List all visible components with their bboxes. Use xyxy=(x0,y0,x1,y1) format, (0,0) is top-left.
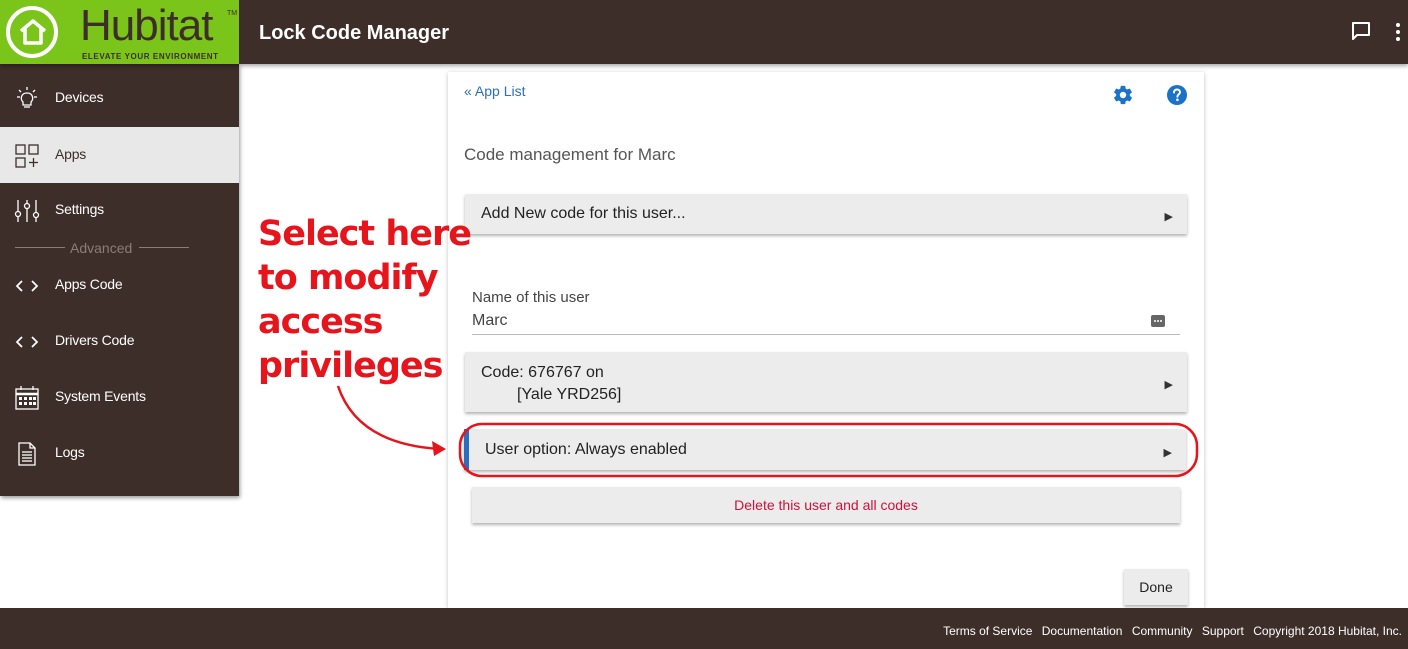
logo-trademark: TM xyxy=(227,10,238,17)
logo-name: Hubitat xyxy=(80,1,213,50)
advanced-divider xyxy=(139,247,189,248)
advanced-divider xyxy=(15,247,65,248)
sidebar-item-label: Logs xyxy=(55,444,85,460)
apps-grid-icon xyxy=(14,143,40,169)
more-vert-icon[interactable] xyxy=(1392,21,1404,48)
add-new-code-button[interactable]: Add New code for this user... ▶ xyxy=(465,194,1187,234)
sidebar: Devices Apps Settings Advanced Apps Code… xyxy=(0,64,239,496)
code-entry-line2: [Yale YRD256] xyxy=(517,386,622,403)
footer-link-community[interactable]: Community xyxy=(1132,624,1193,638)
sidebar-item-system-events[interactable]: System Events xyxy=(0,369,239,425)
sidebar-item-label: Devices xyxy=(55,89,104,105)
sidebar-item-label: Drivers Code xyxy=(55,332,135,348)
annotation-line: Select here xyxy=(258,214,472,254)
logo-tagline: ELEVATE YOUR ENVIRONMENT xyxy=(82,52,219,61)
add-new-code-label: Add New code for this user... xyxy=(481,205,686,222)
chevron-right-icon: ▶ xyxy=(1164,211,1173,223)
code-icon xyxy=(14,329,40,355)
code-icon xyxy=(14,273,40,299)
app-page-card: « App List Code management for Marc Add … xyxy=(448,72,1204,608)
back-to-app-list-link[interactable]: « App List xyxy=(464,83,526,99)
footer-link-terms[interactable]: Terms of Service xyxy=(943,624,1032,638)
chevron-right-icon: ▶ xyxy=(1164,379,1173,391)
advanced-section-label: Advanced xyxy=(70,240,133,256)
page-title: Lock Code Manager xyxy=(259,22,450,44)
sidebar-item-logs[interactable]: Logs xyxy=(0,425,239,481)
bulb-icon xyxy=(14,86,40,112)
sidebar-item-settings[interactable]: Settings xyxy=(0,182,239,238)
annotation-line: privileges xyxy=(258,346,443,386)
chevron-right-icon: ▶ xyxy=(1163,447,1172,459)
app-header: Hubitat TM ELEVATE YOUR ENVIRONMENT Lock… xyxy=(0,0,1408,64)
section-title: Code management for Marc xyxy=(464,145,676,164)
chat-icon[interactable] xyxy=(1350,20,1372,47)
sidebar-item-label: System Events xyxy=(55,388,146,404)
help-icon[interactable] xyxy=(1166,84,1188,111)
user-option-label: User option: Always enabled xyxy=(485,441,687,458)
footer: Terms of Service Documentation Community… xyxy=(0,608,1408,649)
sidebar-item-drivers-code[interactable]: Drivers Code xyxy=(0,313,239,369)
sidebar-item-label: Apps xyxy=(55,146,87,162)
sidebar-item-devices[interactable]: Devices xyxy=(0,70,239,126)
annotation-arrowhead xyxy=(432,441,446,456)
calendar-icon xyxy=(14,385,40,411)
annotation-arrow xyxy=(336,385,441,451)
gear-icon[interactable] xyxy=(1112,84,1134,111)
footer-link-support[interactable]: Support xyxy=(1202,624,1244,638)
sidebar-item-label: Apps Code xyxy=(55,276,123,292)
code-entry-button[interactable]: Code: 676767 on [Yale YRD256] ▶ xyxy=(465,352,1187,412)
document-icon xyxy=(14,441,40,467)
footer-links: Terms of Service Documentation Community… xyxy=(937,624,1402,638)
annotation-line: to modify xyxy=(258,258,439,298)
selected-accent-bar xyxy=(464,429,469,470)
hubitat-logo[interactable]: Hubitat TM ELEVATE YOUR ENVIRONMENT xyxy=(0,0,239,64)
annotation-text: Select here to modify access privileges xyxy=(258,212,472,388)
sidebar-item-apps-code[interactable]: Apps Code xyxy=(0,257,239,313)
user-name-input[interactable] xyxy=(472,308,1180,335)
footer-copyright: Copyright 2018 Hubitat, Inc. xyxy=(1253,624,1402,638)
user-name-label: Name of this user xyxy=(472,289,590,306)
code-entry-line1: Code: 676767 on xyxy=(481,364,604,381)
house-logo-icon xyxy=(6,6,58,58)
footer-link-documentation[interactable]: Documentation xyxy=(1042,624,1123,638)
sliders-icon xyxy=(14,198,40,224)
sidebar-item-apps[interactable]: Apps xyxy=(0,127,239,183)
done-button[interactable]: Done xyxy=(1124,569,1188,605)
text-field-more-icon[interactable] xyxy=(1151,314,1165,332)
sidebar-item-label: Settings xyxy=(55,201,104,217)
delete-user-button[interactable]: Delete this user and all codes xyxy=(472,487,1180,523)
user-option-button[interactable]: User option: Always enabled ▶ xyxy=(464,429,1186,470)
annotation-line: access xyxy=(258,302,384,342)
